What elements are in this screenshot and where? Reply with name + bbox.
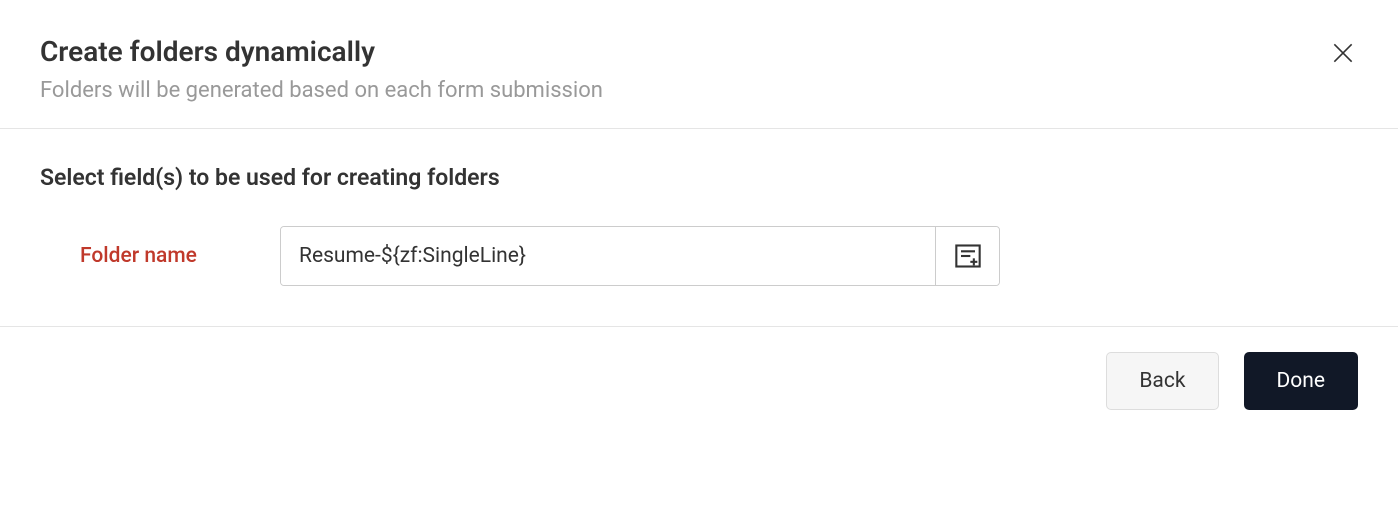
folder-name-row: Folder name bbox=[40, 226, 1358, 286]
dialog-subtitle: Folders will be generated based on each … bbox=[40, 78, 1358, 103]
dialog-header: Create folders dynamically Folders will … bbox=[0, 0, 1398, 128]
insert-field-icon bbox=[954, 242, 982, 270]
folder-name-label: Folder name bbox=[80, 244, 240, 268]
close-icon bbox=[1330, 40, 1356, 66]
close-button[interactable] bbox=[1328, 38, 1358, 68]
back-button[interactable]: Back bbox=[1106, 352, 1218, 410]
dialog-content: Select field(s) to be used for creating … bbox=[0, 129, 1398, 326]
folder-name-input[interactable] bbox=[281, 227, 935, 285]
section-title: Select field(s) to be used for creating … bbox=[40, 164, 1358, 191]
dialog-footer: Back Done bbox=[0, 327, 1398, 435]
insert-field-button[interactable] bbox=[935, 227, 999, 285]
folder-name-input-group bbox=[280, 226, 1000, 286]
done-button[interactable]: Done bbox=[1244, 352, 1359, 410]
dialog-title: Create folders dynamically bbox=[40, 35, 1358, 68]
